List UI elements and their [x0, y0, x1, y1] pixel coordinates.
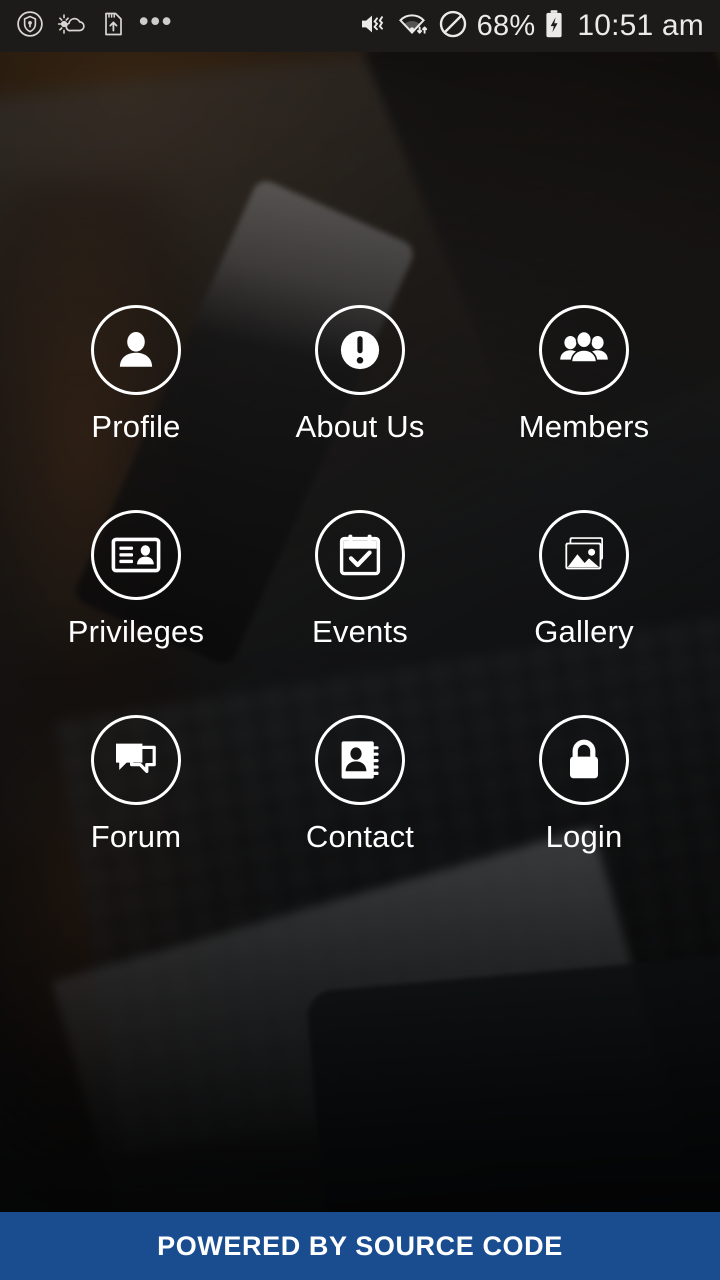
- photos-stack-icon: [558, 532, 610, 578]
- menu-item-forum[interactable]: Forum: [24, 714, 248, 920]
- menu-item-label: Events: [312, 613, 408, 649]
- status-overflow-icon: •••: [139, 5, 174, 36]
- login-ring: [539, 714, 629, 805]
- status-clock: 10:51 am: [577, 9, 704, 42]
- menu-item-login[interactable]: Login: [472, 714, 696, 920]
- events-ring: [315, 509, 405, 600]
- exclamation-circle-icon: [336, 326, 384, 374]
- battery-percent-label: 68%: [476, 9, 536, 42]
- profile-ring: [91, 304, 181, 395]
- menu-item-label: Profile: [91, 408, 181, 444]
- battery-charging-icon: [544, 9, 564, 44]
- menu-item-label: About Us: [295, 408, 425, 444]
- padlock-icon: [562, 736, 606, 784]
- forum-ring: [91, 714, 181, 805]
- menu-item-about-us[interactable]: About Us: [248, 304, 472, 510]
- contact-ring: [315, 714, 405, 805]
- members-ring: [539, 304, 629, 395]
- gallery-ring: [539, 509, 629, 600]
- powered-by-footer: POWERED BY SOURCE CODE: [0, 1212, 720, 1280]
- user-silhouette-icon: [113, 327, 159, 373]
- vibrate-mute-icon: [358, 10, 388, 43]
- security-shield-icon: [16, 10, 44, 43]
- status-bar-left-group: •••: [16, 5, 174, 43]
- privileges-ring: [91, 509, 181, 600]
- menu-item-members[interactable]: Members: [472, 304, 696, 510]
- menu-item-events[interactable]: Events: [248, 509, 472, 715]
- menu-item-gallery[interactable]: Gallery: [472, 509, 696, 715]
- menu-item-profile[interactable]: Profile: [24, 304, 248, 510]
- menu-item-label: Privileges: [67, 613, 205, 649]
- menu-item-label: Contact: [305, 818, 415, 854]
- do-not-disturb-icon: [438, 9, 468, 44]
- about-us-ring: [315, 304, 405, 395]
- menu-item-contact[interactable]: Contact: [248, 714, 472, 920]
- menu-item-label: Gallery: [534, 613, 634, 649]
- wifi-transfer-icon: [397, 10, 429, 43]
- app-screen: ••• 68% 10:51 am Profile About Us Member…: [0, 0, 720, 1280]
- menu-item-privileges[interactable]: Privileges: [24, 509, 248, 715]
- status-bar: ••• 68% 10:51 am: [0, 0, 720, 52]
- group-people-icon: [558, 328, 610, 372]
- address-book-icon: [336, 737, 384, 783]
- calendar-check-icon: [335, 531, 385, 579]
- weather-sun-cloud-icon: [57, 10, 87, 43]
- status-bar-right-group: 68% 10:51 am: [358, 9, 704, 44]
- menu-item-label: Login: [545, 818, 623, 854]
- footer-label: POWERED BY SOURCE CODE: [157, 1230, 563, 1261]
- sd-card-upload-icon: [100, 10, 126, 43]
- app-menu-grid: Profile About Us Members Privileges Even…: [0, 52, 720, 1212]
- chat-bubbles-icon: [111, 738, 161, 782]
- id-card-icon: [110, 533, 162, 577]
- menu-item-label: Forum: [90, 818, 182, 854]
- menu-item-label: Members: [518, 408, 650, 444]
